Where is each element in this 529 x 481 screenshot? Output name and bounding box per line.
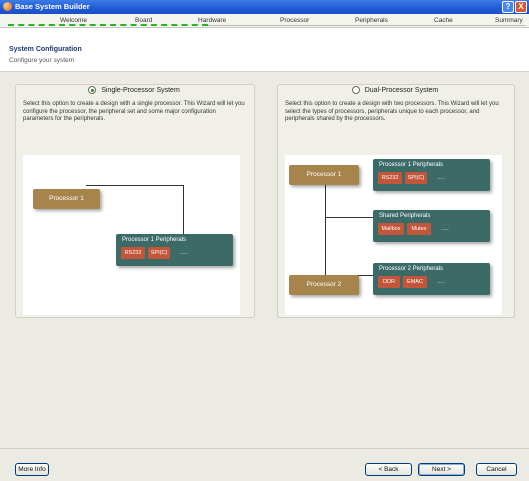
dual-processor-description: Select this option to create a design wi… <box>285 101 499 122</box>
dual-processor-label[interactable]: Dual-Processor System <box>362 86 441 94</box>
steps-progress-line <box>8 24 208 26</box>
peripherals-title: Processor 2 Peripherals <box>379 266 444 272</box>
single-processor-description: Select this option to create a design wi… <box>23 101 245 122</box>
step-hardware: Hardware <box>198 17 227 24</box>
step-board: Board <box>135 17 153 24</box>
chip-more: ..... <box>430 276 452 288</box>
title-bar: Base System Builder ? X <box>0 0 529 14</box>
more-info-button[interactable]: More Info <box>15 463 49 476</box>
next-button[interactable]: Next > <box>418 463 465 476</box>
single-processor-option[interactable]: Single-Processor System <box>16 86 254 94</box>
step-summary: Summary <box>495 17 523 24</box>
single-processor-diagram: Processor 1 Processor 1 Peripherals RS23… <box>23 155 240 315</box>
peripherals-title: Processor 1 Peripherals <box>379 162 444 168</box>
step-cache: Cache <box>434 17 453 24</box>
cancel-button[interactable]: Cancel <box>476 463 517 476</box>
page-subtitle: Configure your system <box>9 57 75 64</box>
chip-ddr: DDR <box>378 276 400 288</box>
single-processor-label[interactable]: Single-Processor System <box>99 86 182 94</box>
steps-remaining-line <box>208 25 526 26</box>
processor-1-block: Processor 1 <box>33 189 100 209</box>
button-bar: More Info < Back Next > Cancel <box>0 448 529 481</box>
chip-emac: EMAC <box>403 276 427 288</box>
processor-1-peripherals-block: Processor 1 Peripherals RS232 SPI(C) ...… <box>373 159 490 191</box>
connector-line <box>183 185 184 235</box>
dual-processor-radio[interactable] <box>351 86 360 94</box>
connector-line <box>325 173 326 275</box>
shared-peripherals-title: Shared Peripherals <box>379 213 431 219</box>
processor-2-peripherals-block: Processor 2 Peripherals DDR EMAC ..... <box>373 263 490 295</box>
chip-more: ..... <box>173 247 195 259</box>
step-welcome: Welcome <box>60 17 87 24</box>
page-title: System Configuration <box>9 46 82 53</box>
chip-more: ..... <box>434 223 456 235</box>
processor-1-block: Processor 1 <box>289 165 359 185</box>
chip-more: ..... <box>430 172 452 184</box>
chip-mailbox: Mailbox <box>378 223 404 235</box>
window-title: Base System Builder <box>15 2 90 11</box>
back-button[interactable]: < Back <box>365 463 412 476</box>
close-button[interactable]: X <box>515 1 527 13</box>
wizard-steps: Welcome Board Hardware Processor Periphe… <box>0 14 529 28</box>
step-processor: Processor <box>280 17 310 24</box>
chip-spi: SPI(C) <box>148 247 170 259</box>
single-processor-radio[interactable] <box>88 86 97 94</box>
chip-mutex: Mutex <box>407 223 431 235</box>
processor-1-peripherals-block: Processor 1 Peripherals RS232 SPI(C) ...… <box>116 234 233 266</box>
dual-processor-option[interactable]: Dual-Processor System <box>278 86 514 94</box>
chip-rs232: RS232 <box>121 247 145 259</box>
page-header: System Configuration Configure your syst… <box>0 28 529 72</box>
app-icon <box>3 2 12 11</box>
chip-rs232: RS232 <box>378 172 402 184</box>
chip-spi: SPI(C) <box>405 172 427 184</box>
processor-2-block: Processor 2 <box>289 275 359 295</box>
peripherals-title: Processor 1 Peripherals <box>122 237 187 243</box>
help-button[interactable]: ? <box>502 1 514 13</box>
single-processor-panel[interactable]: Single-Processor System Select this opti… <box>15 84 255 318</box>
connector-line <box>86 185 184 186</box>
connector-line <box>325 217 380 218</box>
step-peripherals: Peripherals <box>355 17 388 24</box>
dual-processor-panel[interactable]: Dual-Processor System Select this option… <box>277 84 515 318</box>
shared-peripherals-block: Shared Peripherals Mailbox Mutex ..... <box>373 210 490 242</box>
dual-processor-diagram: Processor 1 Processor 2 Processor 1 Peri… <box>285 155 502 315</box>
